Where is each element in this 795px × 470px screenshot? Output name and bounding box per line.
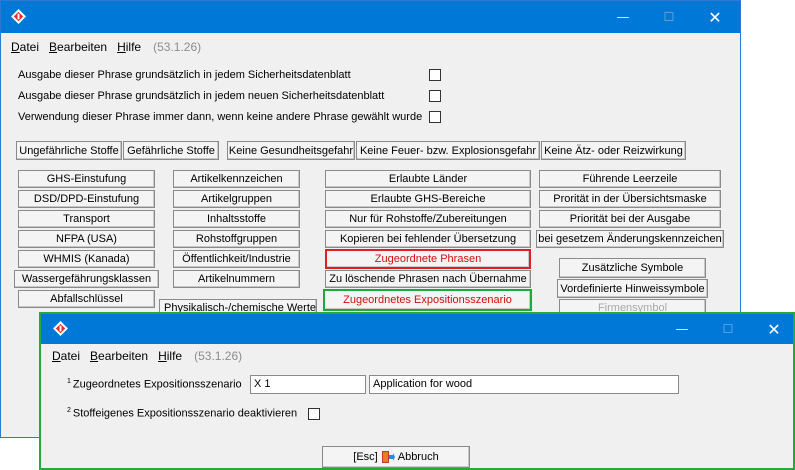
- menu-datei[interactable]: Datei: [52, 349, 80, 363]
- checkbox-every-sdb[interactable]: [429, 69, 441, 81]
- btn-kopieren-uebersetzung[interactable]: Kopieren bei fehlender Übersetzung: [325, 230, 531, 248]
- maximize-button[interactable]: ☐: [705, 314, 751, 344]
- check-label-every-sdb: Ausgabe dieser Phrase grundsätzlich in j…: [18, 69, 351, 81]
- checkbox-default-phrase[interactable]: [429, 111, 441, 123]
- btn-keine-feuergefahr[interactable]: Keine Feuer- bzw. Explosionsgefahr: [356, 141, 540, 160]
- btn-artikelgruppen[interactable]: Artikelgruppen: [173, 190, 300, 208]
- cancel-button[interactable]: [Esc] Abbruch: [322, 446, 470, 468]
- app-icon: [11, 9, 26, 24]
- btn-erlaubte-ghs-bereiche[interactable]: Erlaubte GHS-Bereiche: [325, 190, 531, 208]
- maximize-button[interactable]: ☐: [646, 1, 692, 33]
- btn-fuehrende-leerzeile[interactable]: Führende Leerzeile: [539, 170, 721, 188]
- btn-zugeordnetes-expositionsszenario[interactable]: Zugeordnetes Expositionsszenario: [323, 289, 532, 311]
- minimize-button[interactable]: —: [659, 314, 705, 344]
- field-footnote-2: 2: [67, 407, 71, 414]
- btn-wassergefaehrdungsklassen[interactable]: Wassergefährungsklassen: [14, 270, 159, 288]
- btn-keine-gesundheitsgefahr[interactable]: Keine Gesundheitsgefahr: [227, 141, 355, 160]
- btn-inhaltsstoffe[interactable]: Inhaltsstoffe: [173, 210, 300, 228]
- field-label-expositionsszenario: 1 Zugeordnetes Expositionsszenario: [67, 378, 242, 391]
- dialog-titlebar[interactable]: — ☐ ✕: [41, 314, 793, 344]
- main-titlebar[interactable]: — ☐ ✕: [1, 1, 740, 33]
- menu-hilfe[interactable]: Hilfe: [158, 349, 182, 363]
- close-button[interactable]: ✕: [751, 314, 795, 344]
- menu-bearbeiten[interactable]: Bearbeiten: [49, 40, 107, 54]
- btn-zusaetzliche-symbole[interactable]: Zusätzliche Symbole: [559, 258, 706, 278]
- btn-rohstoffgruppen[interactable]: Rohstoffgruppen: [173, 230, 300, 248]
- btn-keine-aetzwirkung[interactable]: Keine Ätz- oder Reizwirkung: [541, 141, 686, 160]
- check-label-every-new-sdb: Ausgabe dieser Phrase grundsätzlich in j…: [18, 90, 385, 102]
- btn-vordefinierte-hinweissymbole[interactable]: Vordefinierte Hinweissymbole: [557, 279, 708, 298]
- menu-hilfe[interactable]: Hilfe: [117, 40, 141, 54]
- btn-whmis[interactable]: WHMIS (Kanada): [18, 250, 155, 268]
- btn-artikelkennzeichen[interactable]: Artikelkennzeichen: [173, 170, 300, 188]
- btn-zu-loeschende-phrasen[interactable]: Zu löschende Phrasen nach Übernahme: [325, 270, 531, 288]
- btn-nur-rohstoffe[interactable]: Nur für Rohstoffe/Zubereitungen: [325, 210, 531, 228]
- scenario-description-input[interactable]: Application for wood: [369, 375, 679, 394]
- btn-prioritaet-ausgabe[interactable]: Priorität bei der Ausgabe: [539, 210, 721, 228]
- btn-gefaehrliche-stoffe[interactable]: Gefährliche Stoffe: [123, 141, 219, 160]
- menu-datei[interactable]: Datei: [11, 40, 39, 54]
- btn-zugeordnete-phrasen[interactable]: Zugeordnete Phrasen: [325, 249, 531, 269]
- app-icon: [53, 321, 68, 336]
- check-label-default-phrase: Verwendung dieser Phrase immer dann, wen…: [18, 111, 423, 123]
- version-label: (53.1.26): [153, 40, 202, 54]
- field-footnote-1: 1: [67, 378, 71, 385]
- field-label-text: Stoffeigenes Expositionsszenario deaktiv…: [72, 407, 298, 420]
- dialog-window: — ☐ ✕ Datei Bearbeiten Hilfe (53.1.26) 1…: [39, 312, 795, 470]
- close-button[interactable]: ✕: [692, 1, 738, 33]
- checkbox-every-new-sdb[interactable]: [429, 90, 441, 102]
- cancel-key-label: [Esc]: [353, 451, 378, 463]
- btn-ghs-einstufung[interactable]: GHS-Einstufung: [18, 170, 155, 188]
- dialog-menubar: Datei Bearbeiten Hilfe (53.1.26): [41, 346, 793, 366]
- exit-door-icon: [381, 451, 395, 463]
- btn-nfpa[interactable]: NFPA (USA): [18, 230, 155, 248]
- checkbox-deaktivieren[interactable]: [308, 408, 320, 420]
- btn-dsd-dpd-einstufung[interactable]: DSD/DPD-Einstufung: [18, 190, 155, 208]
- menu-bearbeiten[interactable]: Bearbeiten: [90, 349, 148, 363]
- field-label-deaktivieren: 2 Stoffeigenes Expositionsszenario deakti…: [67, 407, 297, 420]
- field-label-text: Zugeordnetes Expositionsszenario: [72, 378, 242, 391]
- btn-ungefaehrliche-stoffe[interactable]: Ungefährliche Stoffe: [16, 141, 122, 160]
- btn-abfallschluessel[interactable]: Abfallschlüssel: [18, 290, 155, 308]
- minimize-button[interactable]: —: [600, 1, 646, 33]
- btn-aenderungskennzeichen[interactable]: bei gesetzem Änderungskennzeichen: [536, 230, 724, 248]
- btn-erlaubte-laender[interactable]: Erlaubte Länder: [325, 170, 531, 188]
- btn-oeffentlichkeit-industrie[interactable]: Öffentlichkeit/Industrie: [173, 250, 300, 268]
- btn-prioritaet-uebersicht[interactable]: Prorität in der Übersichtsmaske: [539, 190, 721, 208]
- cancel-label: Abbruch: [397, 451, 439, 463]
- scenario-code-input[interactable]: X 1: [250, 375, 366, 394]
- main-menubar: Datei Bearbeiten Hilfe (53.1.26): [1, 37, 740, 57]
- version-label: (53.1.26): [194, 349, 243, 363]
- btn-artikelnummern[interactable]: Artikelnummern: [173, 270, 300, 288]
- btn-transport[interactable]: Transport: [18, 210, 155, 228]
